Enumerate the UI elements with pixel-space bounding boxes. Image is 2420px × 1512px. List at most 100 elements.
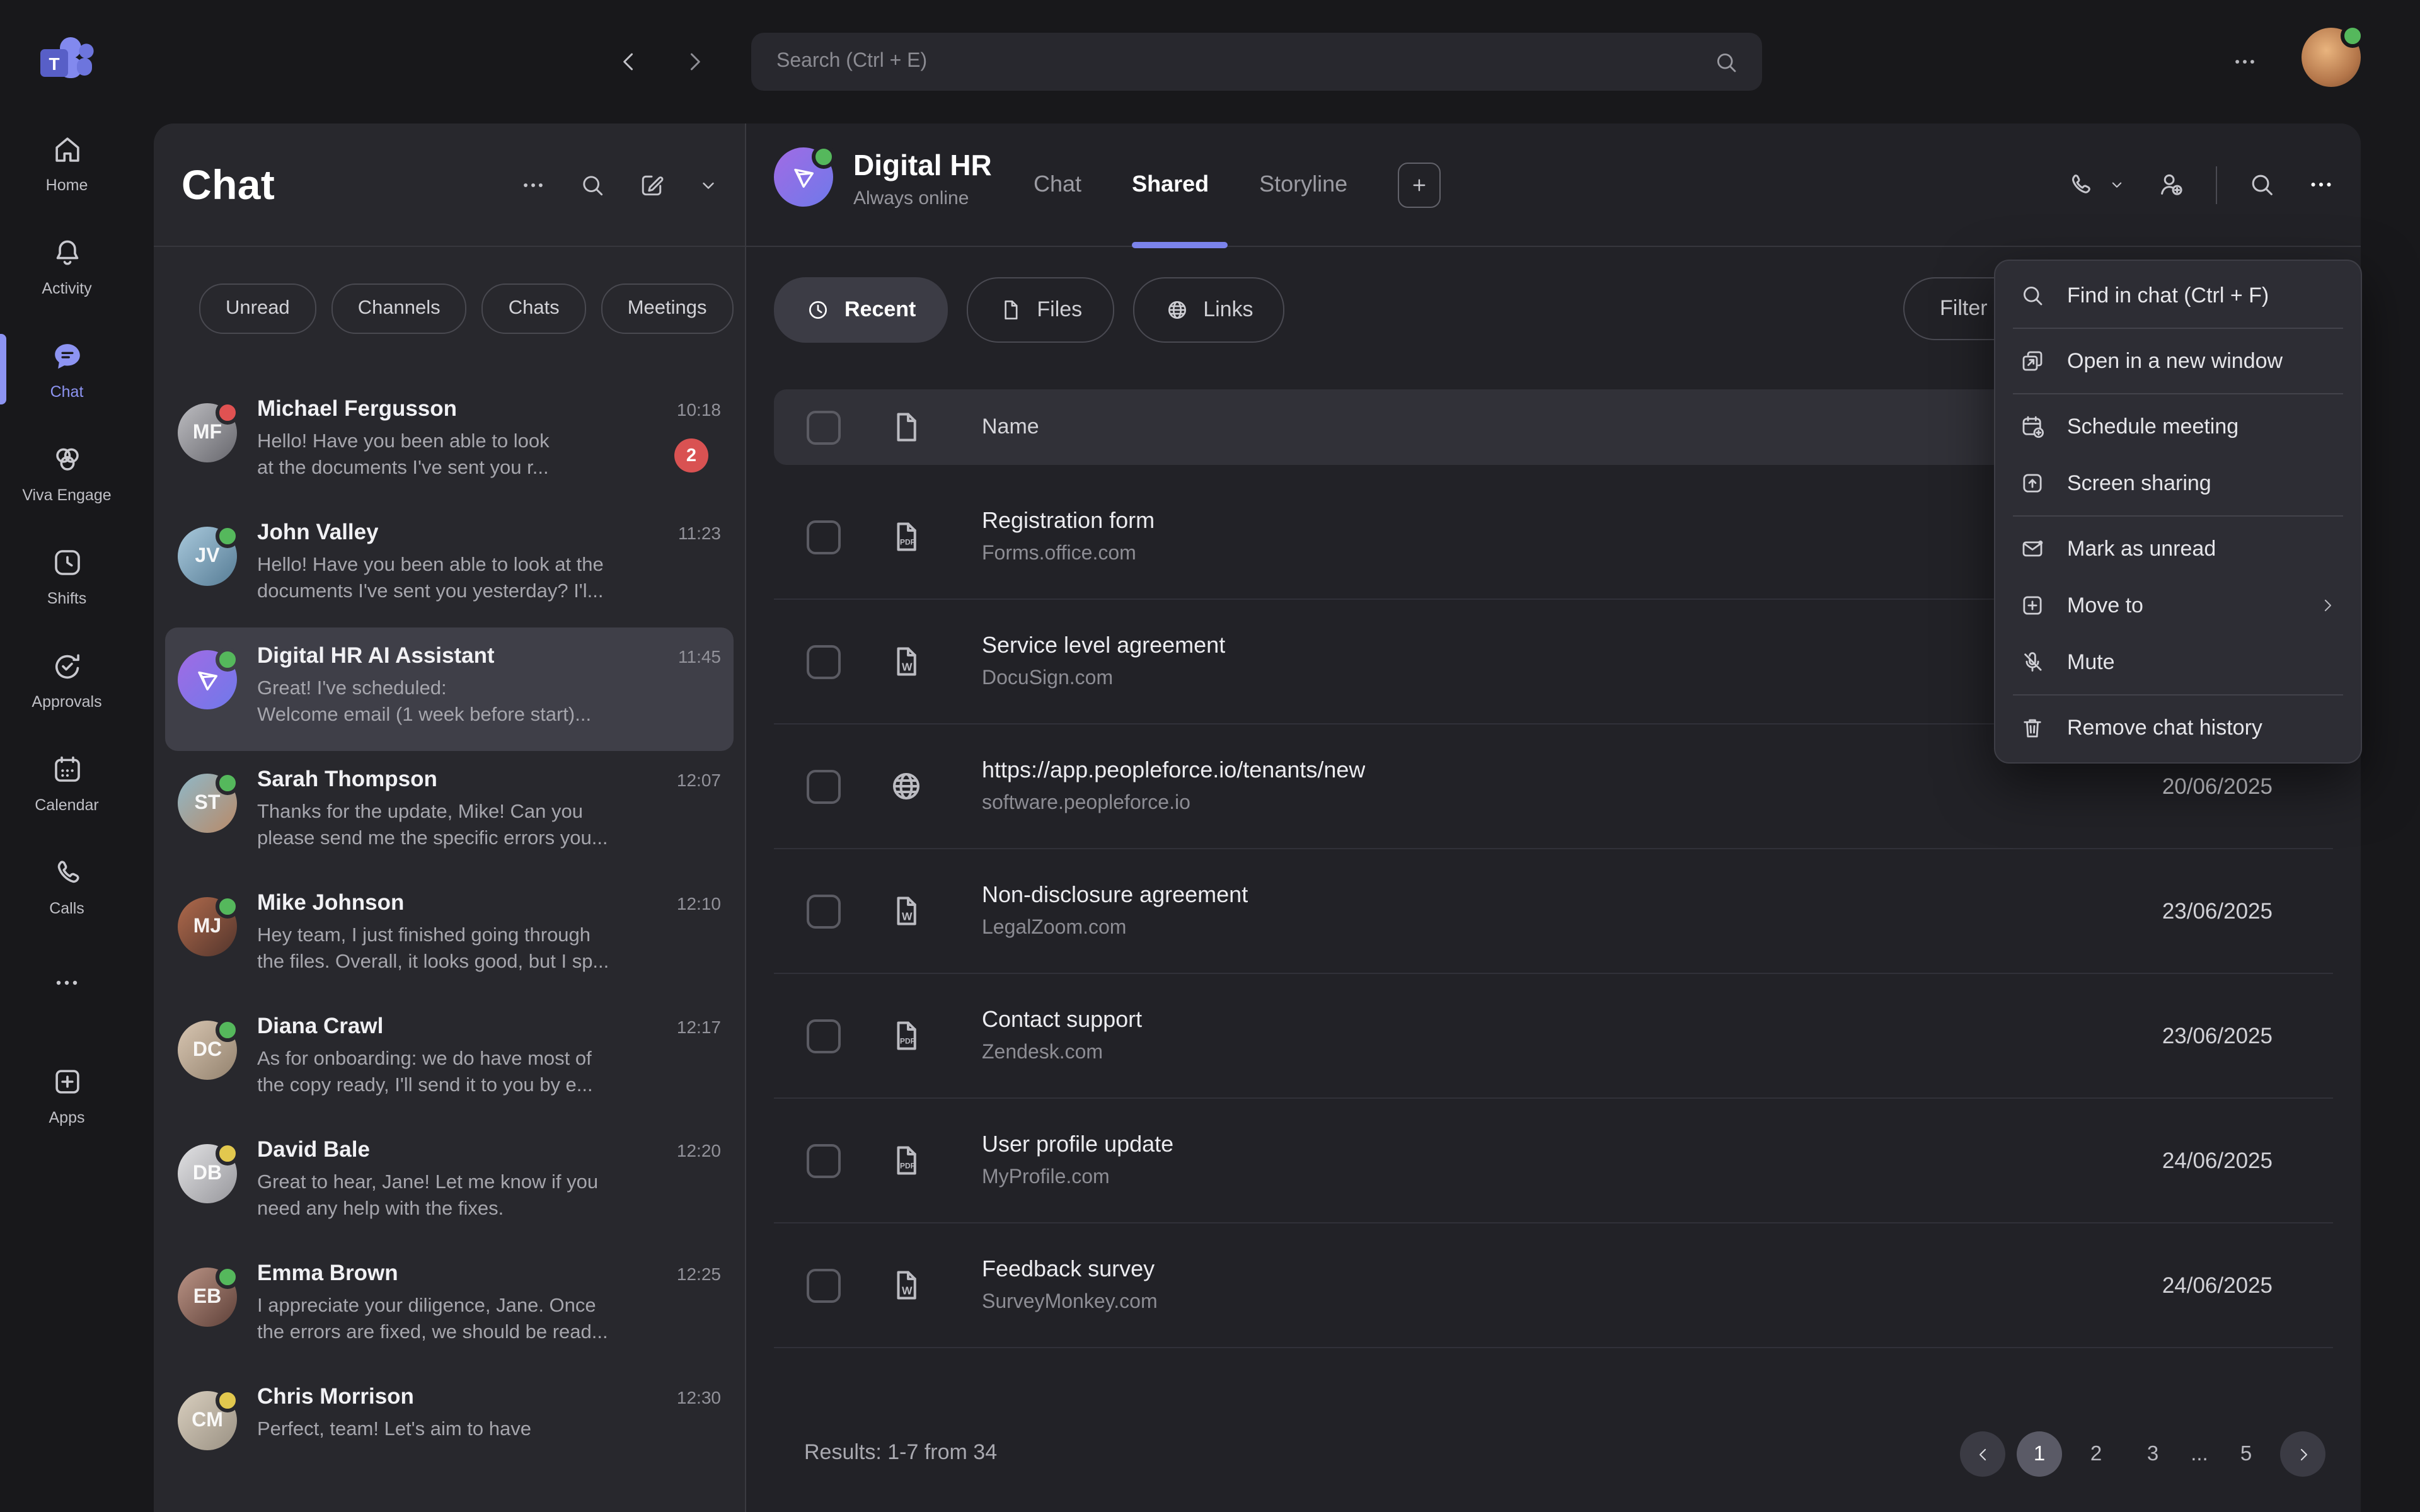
- recent-button[interactable]: Recent: [774, 277, 947, 343]
- row-checkbox[interactable]: [807, 1019, 841, 1053]
- page-3[interactable]: 3: [2130, 1431, 2175, 1477]
- row-checkbox[interactable]: [807, 769, 841, 803]
- chat-filter-channels[interactable]: Channels: [331, 283, 467, 333]
- presence-dot: [216, 1142, 239, 1166]
- global-search[interactable]: [751, 33, 1762, 91]
- page-ellipsis: ...: [2187, 1431, 2212, 1477]
- row-checkbox[interactable]: [807, 1268, 841, 1302]
- file-pdf-icon: PDF: [887, 518, 925, 556]
- back-icon[interactable]: [615, 48, 643, 76]
- menu-item-screen-sharing[interactable]: Screen sharing: [1995, 455, 2361, 512]
- chat-search-icon[interactable]: [579, 171, 606, 198]
- links-button[interactable]: Links: [1132, 277, 1284, 343]
- chat-filter-unread[interactable]: Unread: [199, 283, 316, 333]
- menu-item-find-in-chat-ctrl-f[interactable]: Find in chat (Ctrl + F): [1995, 267, 2361, 324]
- menu-divider: [2013, 515, 2343, 517]
- avatar: JV: [178, 527, 237, 586]
- preview-line: the errors are fixed, we should be read.…: [257, 1319, 673, 1346]
- search-input[interactable]: [774, 49, 1713, 74]
- menu-item-remove-chat-history[interactable]: Remove chat history: [1995, 699, 2361, 756]
- menu-divider: [2013, 393, 2343, 394]
- table-row[interactable]: PDFUser profile updateMyProfile.com24/06…: [774, 1099, 2333, 1223]
- table-row[interactable]: WFeedback surveySurveyMonkey.com24/06/20…: [774, 1223, 2333, 1348]
- row-checkbox[interactable]: [807, 894, 841, 928]
- sidebar-item-label: Chat: [50, 382, 84, 400]
- table-row[interactable]: PDFContact supportZendesk.com23/06/2025: [774, 974, 2333, 1099]
- sidebar-item-approvals[interactable]: Approvals: [0, 627, 134, 731]
- globe-icon: [1164, 297, 1189, 323]
- call-icon[interactable]: [2066, 170, 2095, 199]
- row-checkbox[interactable]: [807, 1143, 841, 1177]
- menu-divider: [2013, 328, 2343, 329]
- sidebar-item-home[interactable]: Home: [0, 111, 134, 214]
- conversation-item[interactable]: JVJohn Valley11:23Hello! Have you been a…: [165, 504, 734, 627]
- menu-item-mute[interactable]: Mute: [1995, 634, 2361, 690]
- forward-icon[interactable]: [681, 48, 708, 76]
- find-in-chat-icon[interactable]: [2247, 170, 2276, 199]
- item-name-cell: Registration formForms.office.com: [982, 508, 1155, 566]
- conversation-time: 12:20: [667, 1140, 721, 1160]
- conversation-name: Emma Brown: [257, 1260, 398, 1286]
- sidebar-item-apps[interactable]: Apps: [0, 1043, 134, 1147]
- chat-more-icon[interactable]: [519, 171, 547, 198]
- conversation-item[interactable]: DCDiana Crawl12:17As for onboarding: we …: [165, 998, 734, 1121]
- conversation-preview: As for onboarding: we do have most ofthe…: [257, 1046, 721, 1099]
- menu-item-open-in-a-new-window[interactable]: Open in a new window: [1995, 333, 2361, 389]
- item-date: 23/06/2025: [2162, 1022, 2273, 1049]
- sidebar-item-activity[interactable]: Activity: [0, 214, 134, 318]
- conversation-list: MFMichael Fergusson10:18Hello! Have you …: [154, 369, 745, 1512]
- row-checkbox[interactable]: [807, 644, 841, 679]
- conversation-item[interactable]: MFMichael Fergusson10:18Hello! Have you …: [165, 381, 734, 504]
- search-icon[interactable]: [1713, 49, 1739, 75]
- conversation-item[interactable]: Digital HR AI Assistant11:45Great! I've …: [165, 627, 734, 751]
- chevron-down-icon[interactable]: [697, 173, 720, 196]
- item-name-cell: Feedback surveySurveyMonkey.com: [982, 1256, 1158, 1314]
- window-more-icon[interactable]: [2231, 48, 2259, 76]
- svg-text:PDF: PDF: [900, 538, 915, 547]
- table-row[interactable]: WNon-disclosure agreementLegalZoom.com23…: [774, 849, 2333, 974]
- files-button[interactable]: Files: [966, 277, 1114, 343]
- trash-icon: [2019, 714, 2046, 741]
- conversation-item[interactable]: MJMike Johnson12:10Hey team, I just fini…: [165, 874, 734, 998]
- call-options-chevron-icon[interactable]: [2107, 175, 2126, 194]
- chat-filter-chats[interactable]: Chats: [482, 283, 586, 333]
- sidebar-item-chat[interactable]: Chat: [0, 318, 134, 421]
- add-tab-button[interactable]: [1398, 162, 1441, 207]
- row-checkbox[interactable]: [807, 520, 841, 554]
- conversation-name: Diana Crawl: [257, 1013, 383, 1040]
- page-1[interactable]: 1: [2017, 1431, 2062, 1477]
- menu-item-label: Open in a new window: [2067, 348, 2283, 374]
- menu-item-mark-as-unread[interactable]: Mark as unread: [1995, 520, 2361, 577]
- conversation-item[interactable]: DBDavid Bale12:20Great to hear, Jane! Le…: [165, 1121, 734, 1245]
- mail-unread-icon: [2019, 536, 2046, 562]
- conversation-item[interactable]: CMChris Morrison12:30Perfect, team! Let'…: [165, 1368, 734, 1492]
- add-person-icon[interactable]: [2157, 170, 2186, 199]
- user-status-dot: [2341, 24, 2365, 48]
- conversation-top-row: Diana Crawl12:17: [257, 1013, 721, 1040]
- page-2[interactable]: 2: [2073, 1431, 2119, 1477]
- sidebar-item-viva-engage[interactable]: Viva Engage: [0, 421, 134, 524]
- avatar: CM: [178, 1391, 237, 1450]
- conversation-item[interactable]: STSarah Thompson12:07Thanks for the upda…: [165, 751, 734, 874]
- chat-filter-meetings[interactable]: Meetings: [601, 283, 734, 333]
- tab-shared[interactable]: Shared: [1132, 171, 1209, 198]
- conversation-preview: I appreciate your diligence, Jane. Oncet…: [257, 1293, 721, 1346]
- menu-item-schedule-meeting[interactable]: Schedule meeting: [1995, 398, 2361, 455]
- history-nav: [615, 48, 708, 76]
- sidebar-item-calls[interactable]: Calls: [0, 834, 134, 937]
- tab-storyline[interactable]: Storyline: [1259, 171, 1347, 198]
- sidebar-item-calendar[interactable]: Calendar: [0, 731, 134, 834]
- menu-divider: [2013, 694, 2343, 696]
- select-all-checkbox[interactable]: [807, 410, 841, 444]
- sidebar-item-shifts[interactable]: Shifts: [0, 524, 134, 627]
- prev-page-button[interactable]: [1960, 1431, 2005, 1477]
- rail-more-icon[interactable]: [0, 958, 134, 1008]
- next-page-button[interactable]: [2280, 1431, 2325, 1477]
- new-chat-icon[interactable]: [638, 171, 666, 198]
- conversation-more-icon[interactable]: [2307, 170, 2336, 199]
- tab-chat[interactable]: Chat: [1034, 171, 1081, 198]
- page-5[interactable]: 5: [2223, 1431, 2269, 1477]
- menu-item-move-to[interactable]: Move to: [1995, 577, 2361, 634]
- conversation-item[interactable]: EBEmma Brown12:25I appreciate your dilig…: [165, 1245, 734, 1368]
- user-avatar[interactable]: [2302, 28, 2361, 87]
